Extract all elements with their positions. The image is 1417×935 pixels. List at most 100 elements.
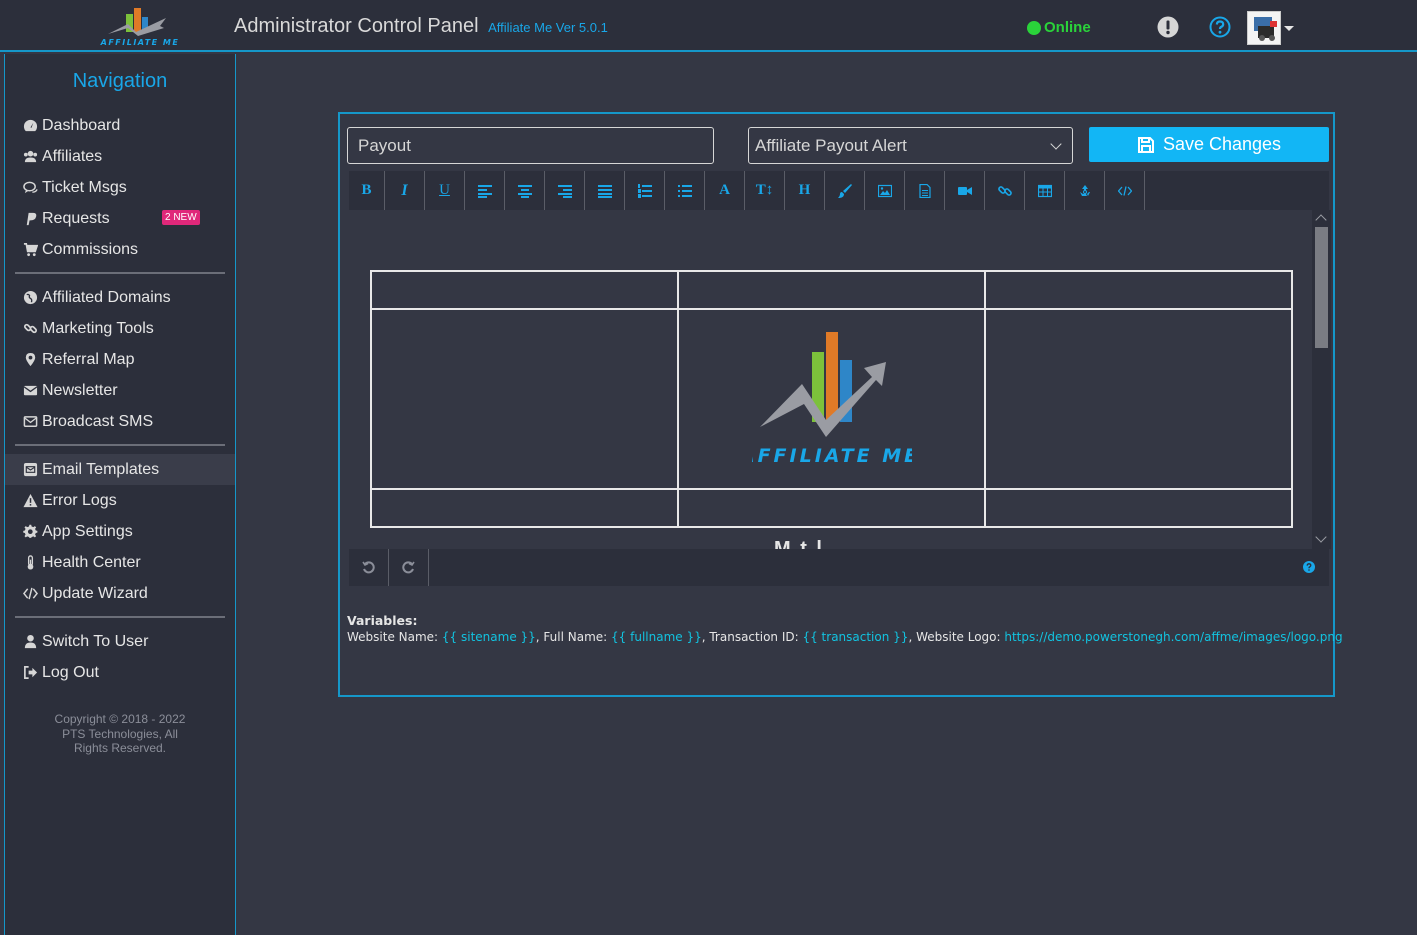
sidebar-item-marketing-tools[interactable]: Marketing Tools (5, 313, 235, 344)
editor-status-bar (349, 549, 1329, 586)
sidebar-item-affiliated-domains[interactable]: Affiliated Domains (5, 282, 235, 313)
top-bar: AFFILIATE ME Administrator Control Panel… (0, 0, 1417, 52)
code-view-button[interactable] (1105, 171, 1145, 210)
subject-input[interactable] (347, 127, 714, 164)
variable-logo-url[interactable]: https://demo.powerstonegh.com/affme/imag… (1004, 630, 1342, 644)
sidebar-item-update-wizard[interactable]: Update Wizard (5, 578, 235, 609)
nav-group-system: Email Templates Error Logs App Settings … (5, 454, 235, 609)
variable-label: Website Name: (347, 630, 442, 644)
paypal-icon (21, 211, 39, 227)
insert-video-button[interactable] (945, 171, 985, 210)
sidebar-item-requests[interactable]: Requests 2 NEW (5, 203, 235, 234)
justify-button[interactable] (585, 171, 625, 210)
sidebar-item-label: Update Wizard (42, 584, 148, 602)
font-size-button[interactable]: T↕ (745, 171, 785, 210)
sidebar-item-label: Affiliated Domains (42, 288, 171, 306)
insert-table-button[interactable] (1025, 171, 1065, 210)
sidebar-item-affiliates[interactable]: Affiliates (5, 141, 235, 172)
table-cell[interactable] (370, 488, 679, 528)
sidebar-item-error-logs[interactable]: Error Logs (5, 485, 235, 516)
editor-content-area[interactable]: AFFILIATE ME M t l (349, 210, 1331, 549)
table-cell[interactable] (984, 270, 1293, 310)
table-cell[interactable] (677, 488, 986, 528)
sidebar-item-label: Affiliates (42, 147, 103, 165)
sidebar-item-ticket-msgs[interactable]: Ticket Msgs (5, 172, 235, 203)
sidebar-item-newsletter[interactable]: Newsletter (5, 375, 235, 406)
template-select[interactable]: Affiliate Payout Alert (748, 127, 1073, 164)
sidebar-item-referral-map[interactable]: Referral Map (5, 344, 235, 375)
scroll-up-icon[interactable] (1315, 214, 1327, 226)
font-button[interactable]: A (705, 171, 745, 210)
table-cell[interactable] (370, 308, 679, 490)
redo-button[interactable] (389, 549, 429, 586)
save-changes-button[interactable]: Save Changes (1089, 127, 1329, 162)
clear-format-button[interactable] (1065, 171, 1105, 210)
insert-link-button[interactable] (985, 171, 1025, 210)
dashboard-icon (21, 118, 39, 134)
svg-text:AFFILIATE ME: AFFILIATE ME (100, 38, 180, 47)
template-table[interactable]: AFFILIATE ME (370, 270, 1293, 528)
editor-scrollbar[interactable] (1312, 210, 1331, 549)
variables-title: Variables: (347, 613, 418, 628)
insert-image-button[interactable] (865, 171, 905, 210)
scroll-down-icon[interactable] (1315, 531, 1327, 543)
sidebar-item-app-settings[interactable]: App Settings (5, 516, 235, 547)
ordered-list-button[interactable] (625, 171, 665, 210)
app-title-text: Administrator Control Panel (234, 15, 479, 37)
sidebar-divider (15, 616, 225, 618)
sidebar-item-label: Dashboard (42, 116, 121, 134)
recycle-icon (1079, 184, 1090, 196)
sidebar-item-log-out[interactable]: Log Out (5, 657, 235, 688)
save-icon (1137, 136, 1154, 153)
template-select-value: Affiliate Payout Alert (755, 135, 907, 155)
italic-button[interactable]: I (385, 171, 425, 210)
alert-icon[interactable] (1157, 16, 1179, 38)
align-center-button[interactable] (505, 171, 545, 210)
insert-file-button[interactable] (905, 171, 945, 210)
variable-label: , Website Logo: (908, 630, 1005, 644)
copyright-text: Copyright © 2018 - 2022 PTS Technologies… (54, 712, 186, 755)
image-icon (877, 184, 892, 197)
unordered-list-button[interactable] (665, 171, 705, 210)
undo-button[interactable] (349, 549, 389, 586)
thermometer-icon (21, 555, 39, 571)
sidebar-item-commissions[interactable]: Commissions (5, 234, 235, 265)
chevron-down-icon (1050, 137, 1062, 150)
brush-button[interactable] (825, 171, 865, 210)
sidebar-divider (15, 444, 225, 446)
sidebar-item-label: Health Center (42, 553, 141, 571)
table-cell-logo[interactable]: AFFILIATE ME (677, 308, 986, 490)
underline-button[interactable]: U (425, 171, 465, 210)
sidebar-item-switch-to-user[interactable]: Switch To User (5, 626, 235, 657)
sidebar-item-email-templates[interactable]: Email Templates (5, 454, 235, 485)
help-icon[interactable] (1209, 16, 1231, 38)
sign-out-icon (21, 665, 39, 681)
sidebar-item-health-center[interactable]: Health Center (5, 547, 235, 578)
app-logo[interactable]: AFFILIATE ME (88, 6, 192, 48)
avatar[interactable] (1247, 11, 1281, 45)
table-cell[interactable] (370, 270, 679, 310)
email-template-editor-panel: Affiliate Payout Alert Save Changes B I … (338, 112, 1343, 697)
table-cell[interactable] (984, 488, 1293, 528)
sidebar-item-broadcast-sms[interactable]: Broadcast SMS (5, 406, 235, 437)
bold-button[interactable]: B (349, 171, 385, 210)
heading-button[interactable]: H (785, 171, 825, 210)
editor-help-icon[interactable] (1303, 561, 1315, 573)
online-dot-icon (1027, 20, 1041, 35)
app-title: Administrator Control Panel Affiliate Me… (234, 15, 608, 38)
chevron-down-icon[interactable] (1284, 25, 1294, 31)
comments-icon (21, 180, 39, 196)
table-cell[interactable] (984, 308, 1293, 490)
align-left-button[interactable] (465, 171, 505, 210)
table-cell[interactable] (677, 270, 986, 310)
scroll-thumb[interactable] (1315, 227, 1328, 348)
cart-icon (21, 242, 39, 258)
user-menu[interactable] (1247, 11, 1294, 45)
sidebar-item-dashboard[interactable]: Dashboard (5, 110, 235, 141)
sidebar-item-label: Log Out (42, 663, 99, 681)
sidebar-item-label: Newsletter (42, 381, 118, 399)
online-status-label: Online (1044, 19, 1091, 36)
sidebar-item-label: App Settings (42, 522, 133, 540)
online-status: Online (1027, 19, 1091, 36)
align-right-button[interactable] (545, 171, 585, 210)
